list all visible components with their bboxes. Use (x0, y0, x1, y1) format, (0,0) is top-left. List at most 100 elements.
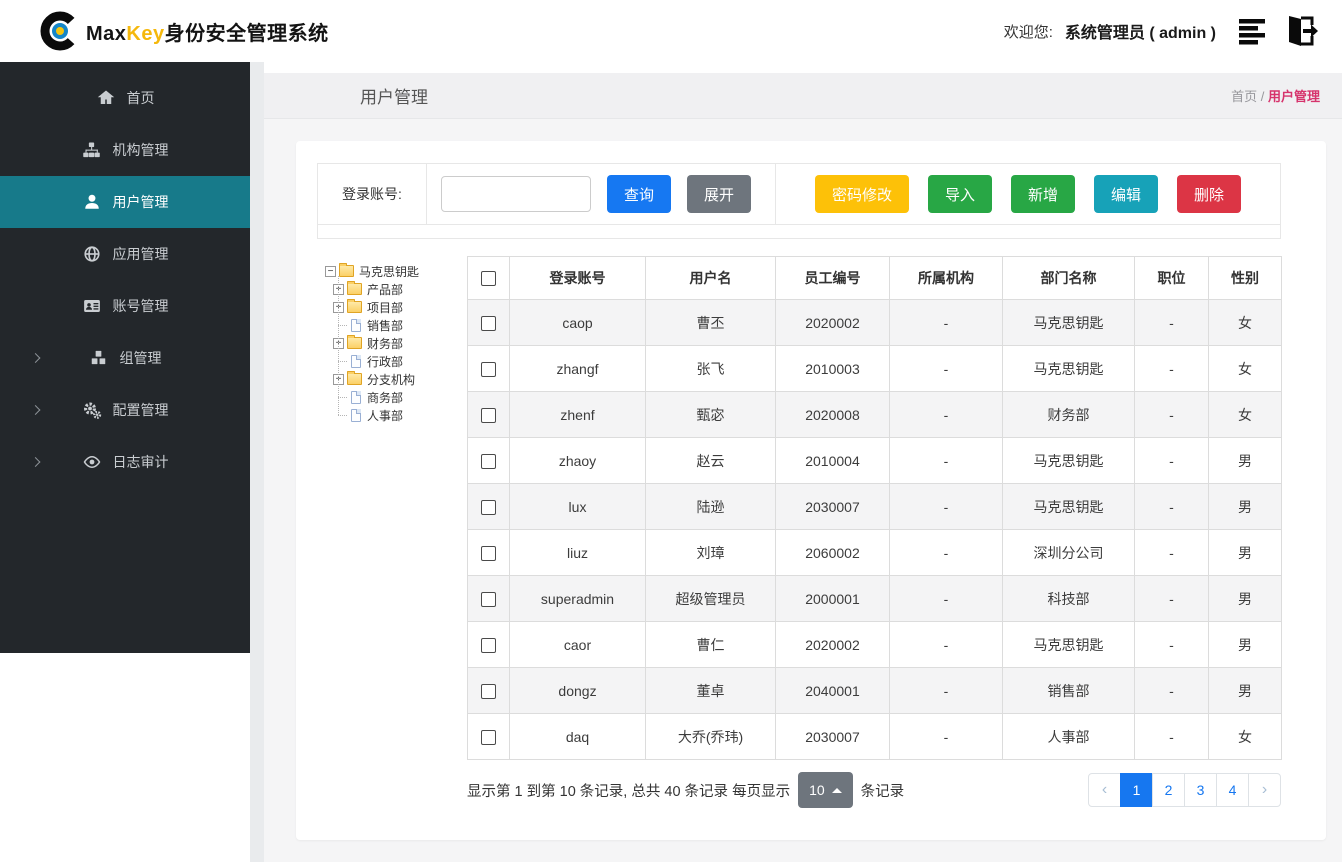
sidebar-item-label: 配置管理 (112, 402, 169, 418)
column-header: 部门名称 (1002, 256, 1135, 300)
tree-node[interactable]: + 财务部 (333, 334, 467, 352)
expand-button[interactable]: 展开 (687, 175, 752, 213)
collapse-toggle-icon[interactable]: − (325, 265, 336, 277)
pagination: ‹ 1 2 3 4 › (1088, 773, 1281, 807)
tree-node[interactable]: 行政部 (338, 352, 467, 370)
search-field-label: 登录账号: (318, 164, 427, 224)
table-row[interactable]: zhenf 甄宓 2020008- 财务部 - 女 (467, 391, 1282, 438)
table-row[interactable]: superadmin 超级管理员 2000001- 科技部 - 男 (467, 575, 1282, 622)
caret-up-icon (831, 787, 842, 793)
select-all-checkbox[interactable] (481, 271, 496, 287)
sidebar-item-account-management[interactable]: 账号管理 (0, 280, 250, 332)
change-password-button[interactable]: 密码修改 (814, 175, 909, 213)
column-header: 所属机构 (889, 256, 1003, 300)
row-checkbox[interactable] (481, 729, 496, 745)
sidebar-item-log-audit[interactable]: 日志审计 (0, 436, 250, 488)
folder-icon (347, 371, 362, 385)
sidebar-item-label: 用户管理 (112, 194, 169, 210)
row-checkbox[interactable] (481, 637, 496, 653)
sidebar-item-config-management[interactable]: 配置管理 (0, 384, 250, 436)
row-checkbox[interactable] (481, 315, 496, 331)
column-header: 登录账号 (509, 256, 646, 300)
tree-root-node[interactable]: − 马克思钥匙 (325, 262, 467, 280)
breadcrumb-home-link[interactable]: 首页 (1231, 89, 1257, 104)
table-row[interactable]: caor 曹仁 2020002- 马克思钥匙 - 男 (467, 621, 1282, 668)
sidebar-item-org-management[interactable]: 机构管理 (0, 124, 250, 176)
tree-node[interactable]: + 分支机构 (333, 370, 467, 388)
add-button[interactable]: 新增 (1010, 175, 1075, 213)
edit-button[interactable]: 编辑 (1094, 175, 1159, 213)
login-account-input[interactable] (441, 176, 591, 212)
sidebar-item-label: 应用管理 (112, 246, 169, 262)
records-summary: 显示第 1 到第 10 条记录, 总共 40 条记录 每页显示 10 条记录 (467, 772, 904, 808)
import-button[interactable]: 导入 (927, 175, 992, 213)
page-button-3[interactable]: 3 (1184, 773, 1217, 807)
table-row[interactable]: dongz 董卓 2040001- 销售部 - 男 (467, 667, 1282, 714)
column-header: 性别 (1208, 256, 1282, 300)
page-button-1[interactable]: 1 (1120, 773, 1153, 807)
prev-page-button[interactable]: ‹ (1088, 773, 1121, 807)
header-gap (264, 62, 1342, 73)
row-checkbox[interactable] (481, 453, 496, 469)
document-icon (351, 354, 361, 368)
table-row[interactable]: daq 大乔(乔玮) 2030007- 人事部 - 女 (467, 713, 1282, 760)
summary-prefix: 显示第 1 到第 10 条记录, 总共 40 条记录 每页显示 (467, 783, 791, 800)
query-button[interactable]: 查询 (607, 175, 672, 213)
welcome-label: 欢迎您: (1003, 23, 1053, 41)
expand-toggle-icon[interactable]: + (333, 373, 344, 385)
page-button-2[interactable]: 2 (1152, 773, 1185, 807)
menu-lines-icon[interactable] (1234, 11, 1274, 51)
tree-node[interactable]: + 产品部 (333, 280, 467, 298)
logout-icon[interactable] (1280, 11, 1320, 51)
sidebar-gutter (250, 62, 264, 862)
row-checkbox[interactable] (481, 407, 496, 423)
maxkey-admin-app: MaxKey身份安全管理系统 欢迎您: 系统管理员 ( admin ) 首页 机… (0, 0, 1342, 862)
row-checkbox[interactable] (481, 591, 496, 607)
table-row[interactable]: liuz 刘璋 2060002- 深圳分公司 - 男 (467, 529, 1282, 576)
tree-node[interactable]: 销售部 (338, 316, 467, 334)
sidebar-item-label: 首页 (126, 90, 155, 106)
row-checkbox[interactable] (481, 545, 496, 561)
chevron-right-icon (30, 405, 41, 415)
tree-node[interactable]: 人事部 (338, 406, 467, 424)
main-area: 登录账号: 查询 展开 密码修改 导入 新增 编辑 删除 − 马克思钥匙 + 产… (264, 119, 1342, 862)
document-icon (351, 390, 361, 404)
page-button-4[interactable]: 4 (1216, 773, 1249, 807)
table-row[interactable]: zhangf 张飞 2010003- 马克思钥匙 - 女 (467, 345, 1282, 392)
current-user: 系统管理员 ( admin ) (1064, 25, 1216, 42)
page-size-select[interactable]: 10 (798, 772, 853, 808)
page-title: 用户管理 (360, 88, 428, 107)
delete-button[interactable]: 删除 (1177, 175, 1242, 213)
row-checkbox[interactable] (481, 499, 496, 515)
sidebar-item-group-management[interactable]: 组管理 (0, 332, 250, 384)
column-header: 员工编号 (775, 256, 890, 300)
content-card: 登录账号: 查询 展开 密码修改 导入 新增 编辑 删除 − 马克思钥匙 + 产… (296, 141, 1326, 840)
tree-node[interactable]: + 项目部 (333, 298, 467, 316)
gears-icon (82, 400, 102, 420)
sidebar-item-app-management[interactable]: 应用管理 (0, 228, 250, 280)
sidebar-item-user-management[interactable]: 用户管理 (0, 176, 250, 228)
expand-toggle-icon[interactable]: + (333, 337, 344, 349)
top-header: MaxKey身份安全管理系统 欢迎您: 系统管理员 ( admin ) (0, 0, 1342, 62)
table-row[interactable]: zhaoy 赵云 2010004- 马克思钥匙 - 男 (467, 437, 1282, 484)
home-icon (96, 88, 116, 108)
open-folder-icon (339, 263, 354, 277)
search-toolbar: 登录账号: 查询 展开 密码修改 导入 新增 编辑 删除 (317, 163, 1281, 225)
brand: MaxKey身份安全管理系统 (38, 9, 329, 53)
expand-toggle-icon[interactable]: + (333, 283, 344, 295)
sidebar-item-home[interactable]: 首页 (0, 72, 250, 124)
tree-node[interactable]: 商务部 (338, 388, 467, 406)
id-card-icon (82, 296, 102, 316)
next-page-button[interactable]: › (1248, 773, 1281, 807)
table-row[interactable]: lux 陆逊 2030007- 马克思钥匙 - 男 (467, 483, 1282, 530)
users-table: 登录账号 用户名 员工编号 所属机构 部门名称 职位 性别 caop 曹丕 20… (467, 256, 1282, 760)
column-header: 职位 (1134, 256, 1209, 300)
expand-toggle-icon[interactable]: + (333, 301, 344, 313)
row-checkbox[interactable] (481, 683, 496, 699)
table-row[interactable]: caop 曹丕 2020002- 马克思钥匙 - 女 (467, 299, 1282, 346)
sidebar: 首页 机构管理 用户管理 应用管理 账号管理 组管理 配置管理 日志审计 (0, 62, 250, 862)
breadcrumb-separator: / (1260, 89, 1265, 104)
globe-icon (82, 244, 102, 264)
row-checkbox[interactable] (481, 361, 496, 377)
sitemap-icon (82, 140, 102, 160)
